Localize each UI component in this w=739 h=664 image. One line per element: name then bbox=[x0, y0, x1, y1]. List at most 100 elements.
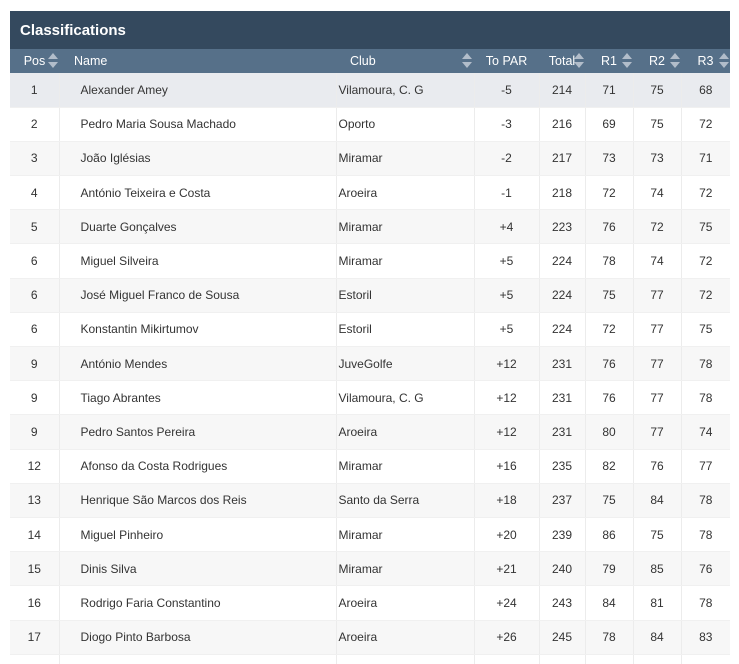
cell-total: 245 bbox=[539, 620, 586, 655]
cell-to-par: +12 bbox=[474, 380, 540, 416]
cell-to-par: +21 bbox=[474, 551, 540, 587]
cell-r1: 79 bbox=[585, 551, 634, 587]
table-row[interactable]: 6 José Miguel Franco de Sousa Estoril +5 224… bbox=[10, 278, 730, 313]
cell-to-par: +26 bbox=[474, 620, 540, 655]
cell-pos: 5 bbox=[10, 209, 60, 245]
column-header-label: R2 bbox=[649, 54, 665, 68]
panel-title-text: Classifications bbox=[20, 21, 126, 39]
table-row[interactable]: 2 Pedro Maria Sousa Machado Oporto -3 216 69 7… bbox=[10, 107, 730, 142]
classifications-panel: Classifications Pos Name Club To PAR Tot… bbox=[10, 11, 730, 664]
cell-pos: 6 bbox=[10, 312, 60, 348]
cell-pos: 16 bbox=[10, 585, 60, 621]
cell-r1: 78 bbox=[585, 243, 634, 279]
cell-r2: 77 bbox=[633, 346, 682, 382]
cell-club: Estoril bbox=[336, 278, 475, 313]
sort-icon[interactable] bbox=[622, 53, 632, 69]
cell-r1: 80 bbox=[585, 414, 634, 450]
cell-r3: 75 bbox=[681, 209, 730, 245]
cell-name bbox=[59, 654, 337, 664]
column-header-r1[interactable]: R1 bbox=[585, 49, 633, 73]
cell-to-par: +5 bbox=[474, 312, 540, 348]
table-row[interactable]: 6 Miguel Silveira Miramar +5 224 78 74 72 bbox=[10, 243, 730, 279]
cell-r1: 84 bbox=[585, 585, 634, 621]
sort-icon[interactable] bbox=[719, 53, 729, 69]
cell-r1: 71 bbox=[585, 73, 634, 108]
cell-to-par: +20 bbox=[474, 517, 540, 553]
cell-pos: 6 bbox=[10, 278, 60, 313]
table-row[interactable]: 13 Henrique São Marcos dos Reis Santo da S… bbox=[10, 483, 730, 518]
column-header-total[interactable]: Total bbox=[539, 49, 585, 73]
cell-name: Alexander Amey bbox=[59, 73, 337, 108]
cell-r2: 74 bbox=[633, 175, 682, 211]
sort-icon[interactable] bbox=[48, 53, 58, 69]
cell-name: António Mendes bbox=[59, 346, 337, 382]
cell-club: Aroeira bbox=[336, 175, 475, 211]
cell-pos: 15 bbox=[10, 551, 60, 587]
table-row[interactable]: 17 Diogo Pinto Barbosa Aroeira +26 245 78 84 83 bbox=[10, 620, 730, 655]
cell-r2: 77 bbox=[633, 278, 682, 313]
sort-icon[interactable] bbox=[574, 53, 584, 69]
cell-pos bbox=[10, 654, 60, 664]
table-row[interactable]: 14 Miguel Pinheiro Miramar +20 239 86 75 78 bbox=[10, 517, 730, 553]
column-header-label: R1 bbox=[601, 54, 617, 68]
sort-icon[interactable] bbox=[670, 53, 680, 69]
table-row[interactable]: 12 Afonso da Costa Rodrigues Miramar +16 235… bbox=[10, 449, 730, 484]
table-row[interactable]: 6 Konstantin Mikirtumov Estoril +5 224 72 77 75 bbox=[10, 312, 730, 348]
table-row[interactable]: 3 João Iglésias Miramar -2 217 73 73 71 bbox=[10, 141, 730, 177]
column-header-label: To PAR bbox=[485, 54, 528, 68]
cell-r2 bbox=[633, 654, 682, 664]
column-header-label: Name bbox=[74, 54, 108, 68]
column-header-r3[interactable]: R3 bbox=[681, 49, 730, 73]
column-header-r2[interactable]: R2 bbox=[633, 49, 681, 73]
cell-r1: 78 bbox=[585, 620, 634, 655]
cell-to-par: -5 bbox=[474, 73, 540, 108]
cell-r2: 74 bbox=[633, 243, 682, 279]
table-row[interactable]: 5 Duarte Gonçalves Miramar +4 223 76 72 75 bbox=[10, 209, 730, 245]
cell-r1: 69 bbox=[585, 107, 634, 142]
cell-to-par: +12 bbox=[474, 414, 540, 450]
cell-pos: 4 bbox=[10, 175, 60, 211]
table-row[interactable]: 4 António Teixeira e Costa Aroeira -1 218 72 7… bbox=[10, 175, 730, 211]
table-row[interactable]: 9 Tiago Abrantes Vilamoura, C. G +12 231 76 77… bbox=[10, 380, 730, 416]
cell-total: 216 bbox=[539, 107, 586, 142]
cell-name: António Teixeira e Costa bbox=[59, 175, 337, 211]
cell-club: Miramar bbox=[336, 449, 475, 484]
cell-to-par: -1 bbox=[474, 175, 540, 211]
column-header-club[interactable]: Club bbox=[336, 49, 474, 73]
panel-title: Classifications bbox=[10, 11, 730, 49]
sort-icon[interactable] bbox=[462, 53, 472, 69]
cell-r1: 76 bbox=[585, 380, 634, 416]
cell-pos: 14 bbox=[10, 517, 60, 553]
cell-to-par: +24 bbox=[474, 585, 540, 621]
cell-total: 218 bbox=[539, 175, 586, 211]
table-row[interactable] bbox=[10, 654, 730, 664]
cell-r2: 84 bbox=[633, 483, 682, 518]
cell-r2: 75 bbox=[633, 73, 682, 108]
cell-name: Dinis Silva bbox=[59, 551, 337, 587]
cell-r1 bbox=[585, 654, 634, 664]
cell-r3: 72 bbox=[681, 107, 730, 142]
table-row[interactable]: 15 Dinis Silva Miramar +21 240 79 85 76 bbox=[10, 551, 730, 587]
cell-name: Tiago Abrantes bbox=[59, 380, 337, 416]
table-row[interactable]: 1 Alexander Amey Vilamoura, C. G -5 214 71 75 6… bbox=[10, 73, 730, 108]
cell-to-par: -3 bbox=[474, 107, 540, 142]
cell-pos: 17 bbox=[10, 620, 60, 655]
cell-to-par bbox=[474, 654, 540, 664]
cell-name: Rodrigo Faria Constantino bbox=[59, 585, 337, 621]
column-header-label: Club bbox=[350, 54, 376, 68]
table-row[interactable]: 16 Rodrigo Faria Constantino Aroeira +24 243… bbox=[10, 585, 730, 621]
cell-name: Afonso da Costa Rodrigues bbox=[59, 449, 337, 484]
table-row[interactable]: 9 Pedro Santos Pereira Aroeira +12 231 80 77 74 bbox=[10, 414, 730, 450]
cell-r2: 84 bbox=[633, 620, 682, 655]
cell-name: Miguel Pinheiro bbox=[59, 517, 337, 553]
cell-total bbox=[539, 654, 586, 664]
cell-r2: 75 bbox=[633, 517, 682, 553]
cell-club: Miramar bbox=[336, 243, 475, 279]
cell-r1: 72 bbox=[585, 175, 634, 211]
column-header-pos[interactable]: Pos bbox=[10, 49, 59, 73]
cell-r3 bbox=[681, 654, 730, 664]
table-row[interactable]: 9 António Mendes JuveGolfe +12 231 76 77 78 bbox=[10, 346, 730, 382]
cell-pos: 9 bbox=[10, 380, 60, 416]
cell-total: 224 bbox=[539, 278, 586, 313]
cell-r3: 74 bbox=[681, 414, 730, 450]
